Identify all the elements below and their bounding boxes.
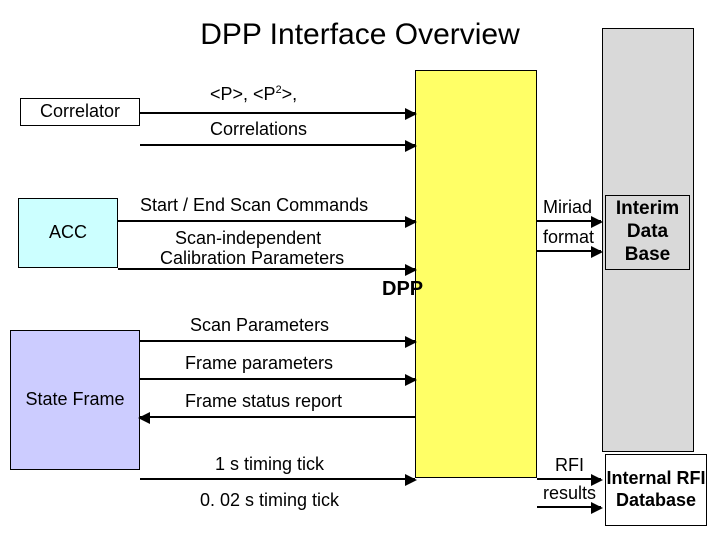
page-title: DPP Interface Overview <box>0 18 720 52</box>
arrow-dpp-internal-2 <box>537 506 601 508</box>
label-scan-indep-1: Scan-independent <box>175 228 321 249</box>
node-stateframe: State Frame <box>10 330 140 470</box>
arrow-tick1-dpp <box>140 478 415 480</box>
arrow-acc-dpp-1 <box>118 220 415 222</box>
label-frame-status: Frame status report <box>185 391 342 412</box>
label-miriad: Miriad <box>543 197 592 218</box>
arrow-correlator-dpp-1 <box>140 112 415 114</box>
label-rfi: RFI <box>555 455 584 476</box>
node-acc: ACC <box>18 198 118 268</box>
label-frame-params: Frame parameters <box>185 353 333 374</box>
label-correlations: Correlations <box>210 119 307 140</box>
label-start-end: Start / End Scan Commands <box>140 195 368 216</box>
label-scan-indep-2: Calibration Parameters <box>160 248 344 269</box>
node-dpp-label: DPP <box>382 278 423 301</box>
node-dpp <box>415 70 537 478</box>
label-p-p2: <P>, <P2>, <box>210 84 297 105</box>
arrow-dpp-interim-1 <box>537 220 601 222</box>
arrow-correlator-dpp-2 <box>140 144 415 146</box>
label-scan-params: Scan Parameters <box>190 315 329 336</box>
node-internal-rfi-db: Internal RFI Database <box>605 454 707 526</box>
arrow-dpp-stateframe <box>140 416 415 418</box>
arrow-stateframe-dpp <box>140 378 415 380</box>
label-format: format <box>543 227 594 248</box>
label-tick002: 0. 02 s timing tick <box>200 490 339 511</box>
node-correlator: Correlator <box>20 98 140 126</box>
arrow-scan-params-dpp <box>140 340 415 342</box>
arrow-dpp-internal-1 <box>537 478 601 480</box>
label-tick1: 1 s timing tick <box>215 454 324 475</box>
arrow-dpp-interim-2 <box>537 250 601 252</box>
label-results: results <box>543 483 596 504</box>
node-interim-db: Interim Data Base <box>605 195 690 270</box>
interim-text: Interim Data Base <box>606 198 689 266</box>
internal-text: Internal RFI Database <box>606 468 706 511</box>
